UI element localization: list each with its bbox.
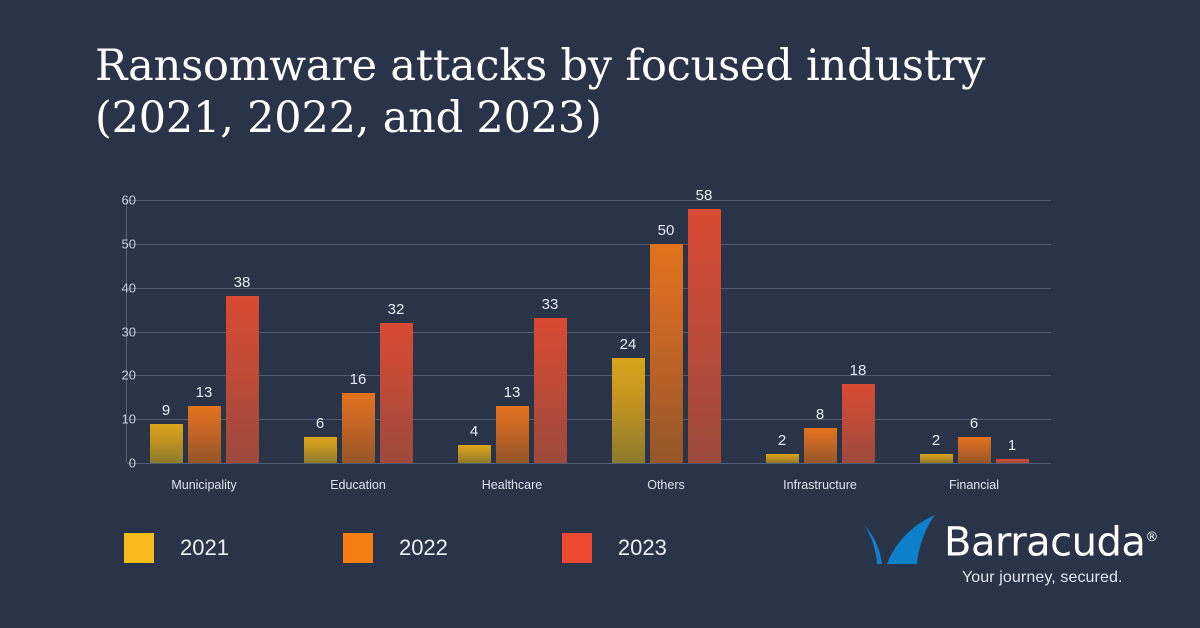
- logo-brand-name: Barracuda: [944, 519, 1146, 566]
- bar-value-label: 58: [695, 186, 713, 204]
- legend-swatch-2023: [561, 533, 592, 563]
- x-axis-label-education: Education: [330, 478, 386, 492]
- bar-group: 24 50 58: [589, 187, 743, 463]
- bar-column: 6: [303, 200, 337, 463]
- registered-trademark-icon: ®: [1145, 530, 1159, 545]
- bar-value-label: 24: [619, 335, 637, 353]
- bar-value-label: 38: [233, 274, 251, 292]
- bar-value-label: 2: [777, 432, 787, 450]
- title-line-1: Ransomware attacks by focused industry: [95, 41, 986, 91]
- bar-healthcare-2022[interactable]: [495, 406, 529, 463]
- bar-value-label: 16: [349, 370, 367, 388]
- bar-column: 13: [495, 200, 529, 463]
- bar-financial-2021[interactable]: [919, 454, 953, 463]
- logo-wordmark: Barracuda®: [944, 515, 1158, 565]
- legend-item-2021[interactable]: 2021: [124, 533, 229, 563]
- bar-column: 18: [841, 200, 875, 463]
- bar-value-label: 32: [387, 300, 405, 318]
- bar-column: 9: [149, 200, 183, 463]
- chart-legend: 2021 2022 2023: [124, 533, 667, 563]
- bar-column: 32: [379, 200, 413, 463]
- bar-infrastructure-2022[interactable]: [803, 427, 837, 463]
- legend-swatch-2022: [342, 533, 373, 563]
- bar-chart: 0 10 20 30 40 50 60 9 13 38 6 16 32 4 13 33 24 50 58 2 8 18 2…: [0, 185, 1200, 495]
- legend-item-2022[interactable]: 2022: [342, 533, 448, 563]
- bar-group: 9 13 38: [127, 200, 281, 463]
- shark-fin-icon: [862, 515, 940, 567]
- bar-healthcare-2023[interactable]: [533, 318, 567, 463]
- barracuda-logo: Barracuda® Your journey, secured.: [862, 513, 1158, 595]
- bar-column: 2: [919, 200, 953, 463]
- bar-column: 50: [649, 200, 683, 463]
- gridline: [127, 463, 1051, 464]
- bar-education-2023[interactable]: [379, 322, 413, 463]
- bar-value-label: 1: [1007, 436, 1017, 454]
- bar-column: 16: [341, 200, 375, 463]
- legend-label-2022: 2022: [398, 535, 448, 560]
- bar-infrastructure-2023[interactable]: [841, 384, 875, 463]
- bar-others-2023[interactable]: [687, 208, 721, 463]
- bar-group: 2 8 18: [743, 200, 897, 463]
- bar-municipality-2021[interactable]: [149, 423, 183, 463]
- bar-education-2022[interactable]: [341, 392, 375, 463]
- bar-others-2021[interactable]: [611, 357, 645, 463]
- bar-value-label: 6: [969, 414, 979, 432]
- bar-value-label: 8: [815, 405, 825, 423]
- bar-financial-2023[interactable]: [995, 458, 1029, 463]
- bar-infrastructure-2021[interactable]: [765, 454, 799, 463]
- legend-item-2023[interactable]: 2023: [561, 533, 667, 563]
- bar-column: 24: [611, 200, 645, 463]
- bar-column: 8: [803, 200, 837, 463]
- bar-municipality-2022[interactable]: [187, 406, 221, 463]
- page-title: Ransomware attacks by focused industry (…: [95, 40, 1095, 144]
- bar-financial-2022[interactable]: [957, 436, 991, 463]
- bar-column: 33: [533, 200, 567, 463]
- legend-label-2021: 2021: [180, 535, 229, 560]
- x-axis-category-labels: Municipality Education Healthcare Others Inf…: [127, 478, 1051, 492]
- x-axis-label-others: Others: [647, 478, 685, 492]
- bar-value-label: 33: [541, 296, 559, 314]
- x-axis-label-financial: Financial: [948, 478, 1000, 492]
- bar-column: 2: [765, 200, 799, 463]
- bar-column: 38: [225, 200, 259, 463]
- bar-group: 4 13 33: [435, 200, 589, 463]
- bar-group: 6 16 32: [281, 200, 435, 463]
- bar-group: 2 6 1: [897, 200, 1051, 463]
- legend-swatch-2021: [124, 533, 154, 563]
- bar-value-label: 13: [503, 384, 521, 402]
- bar-column: 58: [687, 187, 721, 463]
- bar-groups: 9 13 38 6 16 32 4 13 33 24 50 58 2 8 18 2 6 1: [127, 187, 1051, 463]
- logo-tagline: Your journey, secured.: [962, 569, 1123, 586]
- bar-column: 13: [187, 200, 221, 463]
- bar-healthcare-2021[interactable]: [457, 445, 491, 463]
- bar-value-label: 2: [931, 432, 941, 450]
- bar-value-label: 50: [657, 221, 675, 239]
- bar-value-label: 18: [849, 362, 867, 380]
- bar-column: 6: [957, 200, 991, 463]
- bar-municipality-2023[interactable]: [225, 296, 259, 463]
- x-axis-label-municipality: Municipality: [171, 478, 237, 492]
- bar-education-2021[interactable]: [303, 436, 337, 463]
- x-axis-label-infrastructure: Infrastructure: [783, 478, 857, 492]
- bar-others-2022[interactable]: [649, 243, 683, 463]
- bar-value-label: 13: [195, 384, 213, 402]
- x-axis-label-healthcare: Healthcare: [481, 478, 543, 492]
- bar-column: 4: [457, 200, 491, 463]
- bar-value-label: 6: [315, 414, 325, 432]
- bar-value-label: 9: [161, 401, 171, 419]
- bar-value-label: 4: [469, 423, 479, 441]
- legend-label-2023: 2023: [617, 535, 667, 560]
- title-line-2: (2021, 2022, and 2023): [95, 93, 602, 143]
- bar-column: 1: [995, 200, 1029, 463]
